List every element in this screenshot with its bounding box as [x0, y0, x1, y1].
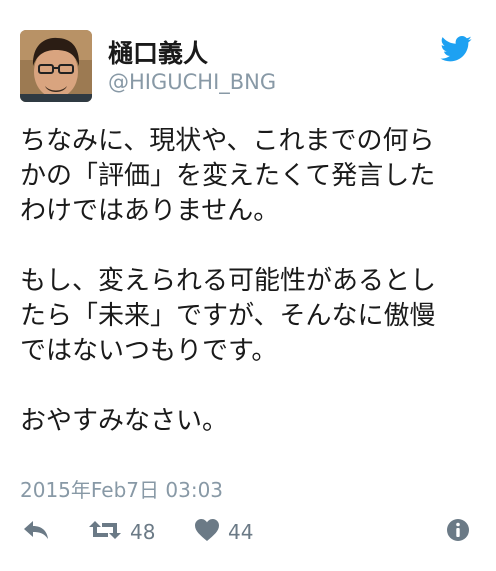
- display-name[interactable]: 樋口義人: [108, 34, 208, 70]
- retweet-icon: [88, 518, 122, 546]
- tweet-card: 樋口義人 @HIGUCHI_BNG ちなみに、現状や、これまでの何ら かの「評価…: [0, 0, 496, 571]
- user-handle[interactable]: @HIGUCHI_BNG: [108, 70, 276, 94]
- info-icon: [446, 518, 470, 546]
- tweet-line: おやすみなさい。: [20, 406, 229, 436]
- tweet-line: たら「未来」ですが、そんなに傲慢: [20, 301, 436, 331]
- tweet-line: わけではありません。: [20, 196, 280, 226]
- tweet-line: もし、変えられる可能性があるとし: [20, 266, 437, 296]
- tweet-timestamp[interactable]: 2015年Feb7日 03:03: [20, 474, 223, 503]
- action-bar: 48 44: [0, 515, 496, 549]
- more-info-button[interactable]: [446, 515, 470, 549]
- retweet-button[interactable]: 48: [88, 515, 155, 549]
- like-button[interactable]: 44: [194, 515, 253, 549]
- tweet-line: ちなみに、現状や、これまでの何ら: [20, 126, 435, 156]
- tweet-line: ではないつもりです。: [20, 336, 278, 366]
- reply-arrow-icon: [22, 519, 50, 545]
- avatar[interactable]: [20, 30, 92, 102]
- tweet-text: ちなみに、現状や、これまでの何ら かの「評価」を変えたくて発言した わけではあり…: [20, 124, 476, 439]
- like-count: 44: [228, 520, 254, 544]
- twitter-bird-icon: [440, 36, 472, 62]
- reply-button[interactable]: [22, 515, 50, 549]
- tweet-line: かの「評価」を変えたくて発言した: [20, 161, 436, 191]
- retweet-count: 48: [130, 520, 156, 544]
- avatar-image: [20, 30, 92, 102]
- heart-icon: [194, 518, 220, 546]
